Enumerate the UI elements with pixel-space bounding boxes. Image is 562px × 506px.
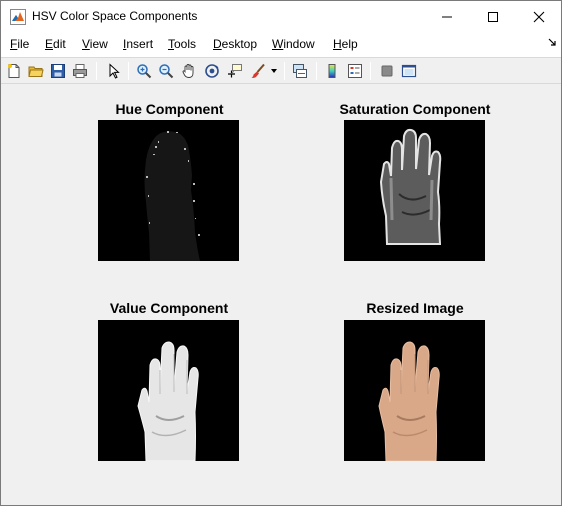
data-cursor-button[interactable] <box>225 61 245 81</box>
insert-colorbar-icon <box>328 64 336 78</box>
close-icon <box>533 11 545 22</box>
edit-plot-arrow-icon <box>109 63 120 79</box>
menu-edit[interactable]: Edit <box>45 37 66 52</box>
saturation-hand-image <box>379 128 442 245</box>
maximize-icon <box>488 11 498 22</box>
pan-hand-icon <box>182 64 194 78</box>
title-bar: HSV Color Space Components <box>1 1 561 32</box>
rotate-3d-icon <box>205 64 219 78</box>
new-figure-icon <box>8 64 20 78</box>
window-title: HSV Color Space Components <box>32 9 198 23</box>
hide-plot-tools-icon <box>381 65 393 77</box>
toolbar-separator <box>128 62 129 80</box>
menu-help[interactable]: Help <box>333 37 358 52</box>
brush-options-dropdown[interactable] <box>269 61 279 81</box>
minimize-icon <box>442 16 452 17</box>
brush-icon <box>251 63 265 78</box>
edit-plot-button[interactable] <box>104 61 124 81</box>
toolbar-separator <box>284 62 285 80</box>
zoom-in-icon <box>137 64 152 79</box>
value-axes-title: Value Component <box>109 300 229 316</box>
brush-dropdown-icon <box>271 69 277 73</box>
pan-button[interactable] <box>179 61 199 81</box>
menu-desktop[interactable]: Desktop <box>213 37 257 52</box>
link-plot-button[interactable] <box>290 61 310 81</box>
show-plot-tools-button[interactable] <box>399 61 419 81</box>
saturation-axes-title: Saturation Component <box>339 101 491 117</box>
insert-legend-button[interactable] <box>345 61 365 81</box>
menu-insert[interactable]: Insert <box>123 37 153 52</box>
hue-axes-title: Hue Component <box>115 101 224 117</box>
value-component-axes[interactable] <box>98 320 239 461</box>
save-figure-icon <box>51 64 65 78</box>
zoom-in-button[interactable] <box>134 61 154 81</box>
zoom-out-icon <box>159 64 174 79</box>
resized-image-axes[interactable] <box>344 320 485 461</box>
show-plot-tools-icon <box>401 64 417 78</box>
save-figure-button[interactable] <box>48 61 68 81</box>
toolbar-separator <box>316 62 317 80</box>
print-figure-icon <box>73 64 87 78</box>
maximize-button[interactable] <box>470 1 516 32</box>
menu-tools[interactable]: Tools <box>168 37 196 52</box>
close-button[interactable] <box>516 1 562 32</box>
minimize-button[interactable] <box>424 1 470 32</box>
menu-file[interactable]: File <box>10 37 29 52</box>
rotate-3d-button[interactable] <box>202 61 222 81</box>
open-file-icon <box>28 66 44 77</box>
toolbar-separator <box>96 62 97 80</box>
hue-hand-image <box>144 131 200 261</box>
matlab-logo-icon <box>10 9 26 25</box>
hue-component-axes[interactable] <box>98 120 239 261</box>
menu-bar: File Edit View Insert Tools Desktop Wind… <box>1 32 561 57</box>
data-cursor-icon <box>228 64 242 78</box>
zoom-out-button[interactable] <box>156 61 176 81</box>
value-hand-image <box>137 341 199 461</box>
insert-legend-icon <box>348 64 362 78</box>
brush-button[interactable] <box>248 61 268 81</box>
figure-toolbar <box>1 57 561 84</box>
resized-hand-image <box>378 341 440 461</box>
menu-window[interactable]: Window <box>272 37 315 52</box>
link-plot-icon <box>293 64 307 78</box>
open-file-button[interactable] <box>26 61 46 81</box>
new-figure-button[interactable] <box>4 61 24 81</box>
saturation-component-axes[interactable] <box>344 120 485 261</box>
print-figure-button[interactable] <box>70 61 90 81</box>
insert-colorbar-button[interactable] <box>322 61 342 81</box>
hide-plot-tools-button[interactable] <box>377 61 397 81</box>
dock-figure-icon[interactable] <box>548 38 556 46</box>
figure-window: HSV Color Space Components File Edit Vie… <box>0 0 562 506</box>
resized-axes-title: Resized Image <box>366 300 464 316</box>
menu-view[interactable]: View <box>82 37 108 52</box>
toolbar-separator <box>370 62 371 80</box>
